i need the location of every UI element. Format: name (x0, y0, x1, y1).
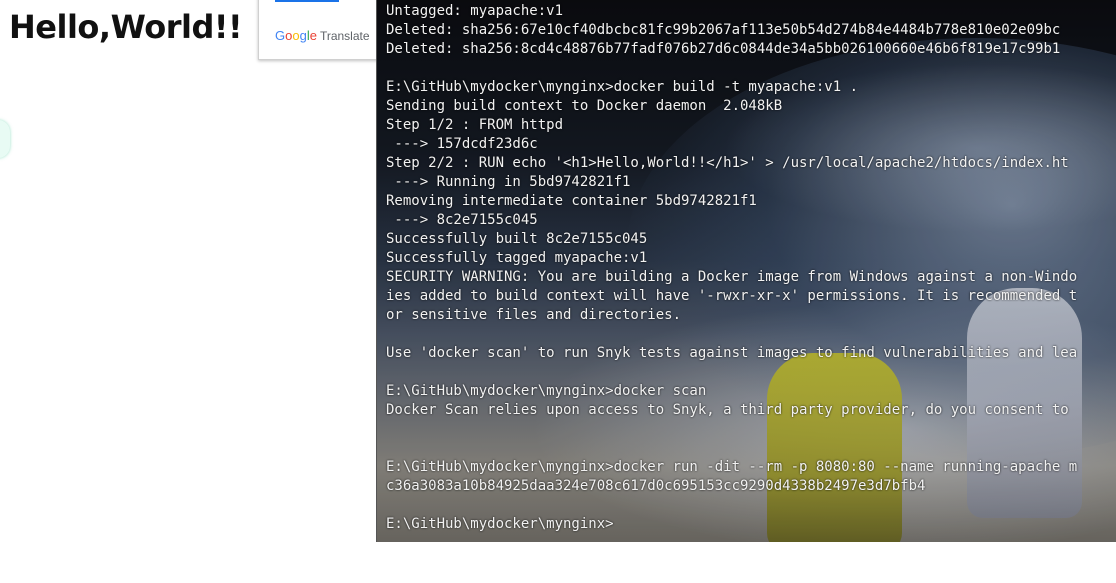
terminal-line: Step 2/2 : RUN echo '<h1>Hello,World!!</… (386, 155, 1069, 171)
terminal-line: Successfully built 8c2e7155c045 (386, 231, 648, 247)
terminal-line: Removing intermediate container 5bd97428… (386, 193, 757, 209)
terminal-line: E:\GitHub\mydocker\mynginx>docker run -d… (386, 459, 1078, 475)
translate-tab-indicator (275, 0, 339, 2)
terminal-line: or sensitive files and directories. (386, 307, 682, 323)
terminal-line: c36a3083a10b84925daa324e708c617d0c695153… (386, 478, 926, 494)
google-translate-brand: Google Translate (275, 28, 370, 43)
terminal-line: SECURITY WARNING: You are building a Doc… (386, 269, 1078, 285)
terminal-output[interactable]: Untagged: myapache:v1 Deleted: sha256:67e… (386, 2, 1077, 534)
terminal-line: Deleted: sha256:8cd4c48876b77fadf076b27d… (386, 41, 1061, 57)
page-heading: Hello,World!! (9, 8, 243, 46)
terminal-line: Untagged: myapache:v1 (386, 3, 564, 19)
terminal-window[interactable]: Untagged: myapache:v1 Deleted: sha256:67e… (376, 0, 1116, 542)
terminal-line: ies added to build context will have '-r… (386, 288, 1078, 304)
terminal-line: Step 1/2 : FROM httpd (386, 117, 564, 133)
terminal-line: Use 'docker scan' to run Snyk tests agai… (386, 345, 1078, 361)
terminal-line: ---> Running in 5bd9742821f1 (386, 174, 631, 190)
terminal-line: Deleted: sha256:67e10cf40dbcbc81fc99b206… (386, 22, 1061, 38)
terminal-line: Docker Scan relies upon access to Snyk, … (386, 402, 1069, 418)
terminal-line: ---> 8c2e7155c045 (386, 212, 538, 228)
terminal-line: E:\GitHub\mydocker\mynginx> (386, 516, 614, 532)
terminal-line: E:\GitHub\mydocker\mynginx>docker build … (386, 79, 859, 95)
terminal-line: Sending build context to Docker daemon 2… (386, 98, 783, 114)
terminal-line: ---> 157dcdf23d6c (386, 136, 538, 152)
terminal-line: E:\GitHub\mydocker\mynginx>docker scan (386, 383, 707, 399)
floating-extension-bubble[interactable] (0, 120, 10, 158)
google-logo: Google (275, 28, 317, 43)
translate-label: Translate (319, 29, 370, 43)
terminal-line: Successfully tagged myapache:v1 (386, 250, 648, 266)
